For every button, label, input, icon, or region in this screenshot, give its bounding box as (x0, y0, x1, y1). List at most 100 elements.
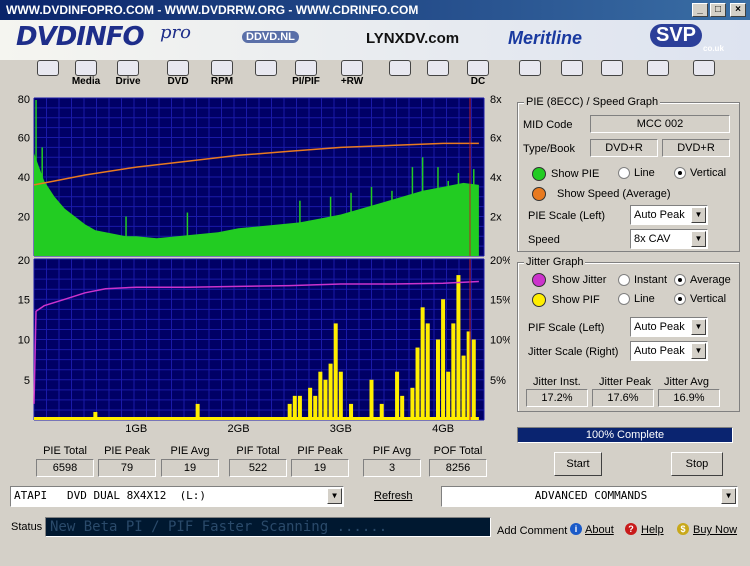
toolbar-button-4[interactable]: RPM (202, 60, 242, 90)
show-pif-label[interactable]: Show PIF (552, 294, 600, 306)
pif-bar (369, 379, 374, 420)
y-left-tick-label: 60 (18, 133, 30, 145)
pif-bar (308, 387, 313, 420)
pie-color-swatch[interactable] (532, 167, 546, 181)
y-left-tick-label: 20 (18, 255, 30, 267)
burn-icon (427, 60, 449, 76)
toolbar-label: Media (71, 76, 101, 87)
minimize-button[interactable]: _ (692, 3, 708, 17)
about-link[interactable]: About (585, 524, 614, 536)
help-link[interactable]: Help (641, 524, 664, 536)
y-left-tick-label: 20 (18, 212, 30, 224)
speed-label: Speed (528, 234, 560, 246)
mid-code-label: MID Code (523, 119, 573, 131)
jitter-color-swatch[interactable] (532, 273, 546, 287)
toolbar-button-5[interactable] (246, 60, 286, 90)
dollar-icon[interactable]: $ (677, 523, 689, 535)
chevron-down-icon[interactable]: ▼ (721, 488, 736, 504)
show-speed-label[interactable]: Show Speed (Average) (557, 188, 671, 200)
progress-label: 100% Complete (585, 429, 665, 441)
stat-label: PIF Avg (372, 445, 412, 457)
stat-label: PIF Total (236, 445, 280, 457)
chevron-down-icon[interactable]: ▼ (691, 343, 706, 359)
start-button[interactable]: Start (554, 452, 602, 476)
toolbar-button-6[interactable]: PI/PIF (286, 60, 326, 90)
chevron-down-icon[interactable]: ▼ (691, 231, 706, 247)
jitter-average-radio[interactable] (674, 274, 686, 286)
drive-select-value: ATAPI DVD DUAL 8X4X12 (L:) (14, 489, 207, 502)
show-jitter-label[interactable]: Show Jitter (552, 274, 606, 286)
toolbar-button-13[interactable] (592, 60, 632, 90)
toolbar-button-14[interactable] (638, 60, 678, 90)
y-right-tick-label: 20% (490, 255, 510, 267)
jitter-avg-value: 16.9% (658, 389, 720, 407)
speed-value: 8x CAV (634, 233, 671, 245)
toolbar-button-7[interactable]: +RW (332, 60, 372, 90)
monitor-icon (37, 60, 59, 76)
ad-meritline[interactable]: Meritline (508, 28, 582, 49)
progress-bar: 100% Complete (517, 427, 733, 443)
speed-select[interactable]: 8x CAV ▼ (630, 229, 708, 249)
pie-scale-select[interactable]: Auto Peak ▼ (630, 205, 708, 225)
stop-button[interactable]: Stop (671, 452, 723, 476)
toolbar-button-15[interactable] (684, 60, 724, 90)
speed-color-swatch[interactable] (532, 187, 546, 201)
pie-vertical-radio[interactable] (674, 167, 686, 179)
pif-line-label: Line (634, 293, 655, 305)
toolbar-button-0[interactable] (28, 60, 68, 90)
pif-bar (435, 339, 440, 420)
type-book-label: Type/Book (523, 143, 575, 155)
toolbar-button-11[interactable] (510, 60, 550, 90)
toolbar-button-8[interactable] (380, 60, 420, 90)
info-icon[interactable]: i (570, 523, 582, 535)
toolbar-button-2[interactable]: Drive (108, 60, 148, 90)
pif-color-swatch[interactable] (532, 293, 546, 307)
jitter-scale-select[interactable]: Auto Peak ▼ (630, 341, 708, 361)
jitter-avg-label: Jitter Avg (664, 376, 710, 388)
y-right-tick-label: 2x (490, 212, 502, 224)
chevron-down-icon[interactable]: ▼ (691, 207, 706, 223)
toolbar-button-1[interactable]: Media (66, 60, 106, 90)
advanced-commands-select[interactable]: ADVANCED COMMANDS ▼ (441, 486, 738, 507)
help-icon[interactable]: ? (625, 523, 637, 535)
y-left-tick-label: 15 (18, 294, 30, 306)
magnifier-icon (255, 60, 277, 76)
pif-bar (415, 347, 420, 420)
pif-bar (287, 403, 292, 420)
pie-line-label: Line (634, 167, 655, 179)
charts-area: 80 60 40 20 8x 6x 4x 2x 20 15 10 5 20% 15% 10% 5% 1GB 2GB… (18, 94, 510, 435)
pif-scale-select[interactable]: Auto Peak ▼ (630, 317, 708, 337)
stat-label: PIE Total (43, 445, 87, 457)
drive-select[interactable]: ATAPI DVD DUAL 8X4X12 (L:) ▼ (10, 486, 344, 507)
toolbar-button-9[interactable] (418, 60, 458, 90)
toolbar-button-10[interactable]: DC (458, 60, 498, 90)
pie-line-radio[interactable] (618, 167, 630, 179)
chevron-down-icon[interactable]: ▼ (327, 488, 342, 504)
toolbar-label: DC (470, 76, 486, 87)
buy-now-link[interactable]: Buy Now (693, 524, 737, 536)
pif-bar (471, 339, 476, 420)
pif-bar (328, 363, 333, 420)
toolbar-button-12[interactable] (552, 60, 592, 90)
pif-bar (451, 323, 456, 420)
ad-svp[interactable]: SVP (650, 24, 703, 47)
close-button[interactable]: × (730, 3, 746, 17)
pie-scale-value: Auto Peak (634, 209, 685, 221)
pif-vertical-radio[interactable] (674, 293, 686, 305)
refresh-link[interactable]: Refresh (374, 490, 413, 502)
add-comment-link[interactable]: Add Comment (497, 525, 567, 537)
jitter-instant-radio[interactable] (618, 274, 630, 286)
pif-line-radio[interactable] (618, 293, 630, 305)
stat-label: POF Total (433, 445, 483, 457)
jitter-instant-label: Instant (634, 274, 668, 286)
toolbar-button-3[interactable]: DVD (158, 60, 198, 90)
maximize-button[interactable]: □ (710, 3, 726, 17)
y-right-tick-label: 8x (490, 94, 502, 106)
show-pie-label[interactable]: Show PIE (551, 168, 599, 180)
ad-ddvd[interactable]: DDVD.NL (242, 31, 299, 43)
ad-lynxdv[interactable]: LYNXDV.com (366, 30, 459, 47)
y-right-tick-label: 5% (490, 375, 506, 387)
y-left-tick-label: 40 (18, 172, 30, 184)
chevron-down-icon[interactable]: ▼ (691, 319, 706, 335)
pif-scale-value: Auto Peak (634, 321, 685, 333)
